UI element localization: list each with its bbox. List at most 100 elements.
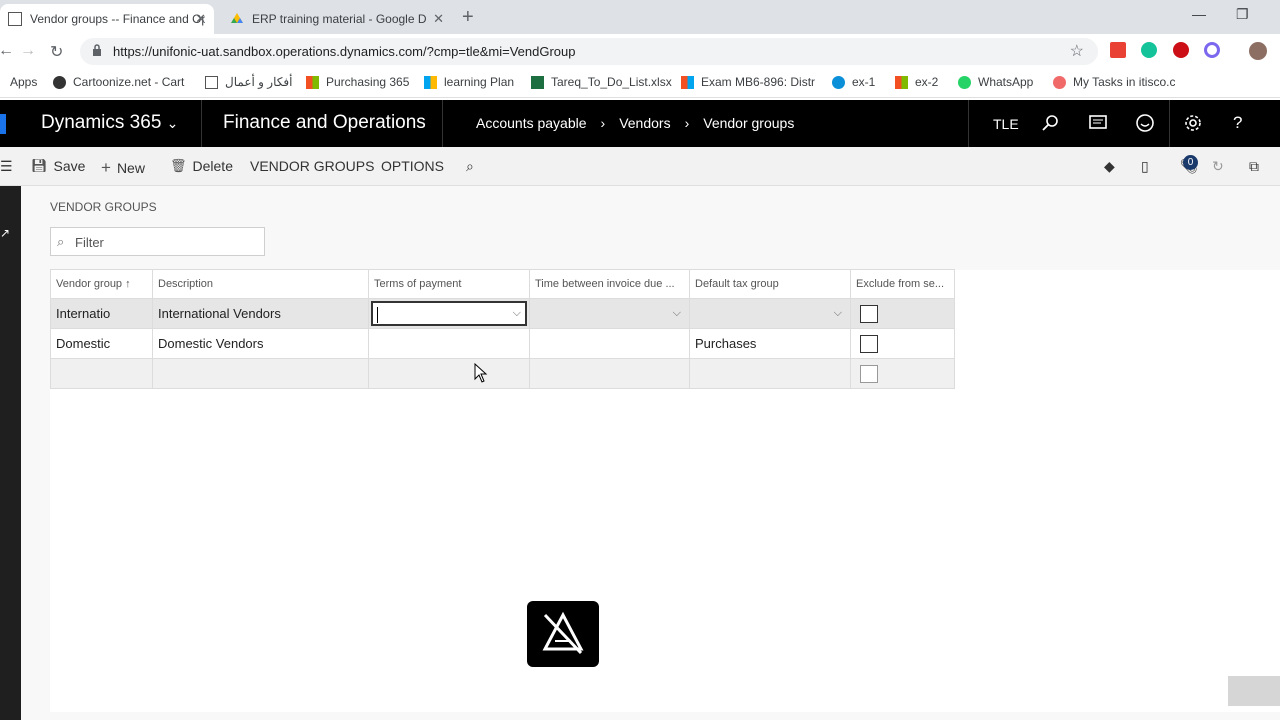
chevron-down-icon[interactable]: ⌵ xyxy=(673,307,681,320)
vendor-group-cell[interactable]: Internatio xyxy=(50,299,153,329)
search-icon[interactable] xyxy=(1041,113,1061,133)
column-header-description[interactable]: Description xyxy=(153,269,369,299)
bookmark-ex1[interactable]: ex-1 xyxy=(832,75,875,89)
bookmark-ex2[interactable]: ex-2 xyxy=(895,75,938,89)
messages-icon[interactable] xyxy=(1088,113,1108,133)
default-tax-group-cell[interactable] xyxy=(690,359,851,389)
extension-circle-icon[interactable] xyxy=(1204,42,1220,58)
delete-button[interactable]: 🗑︎ Delete xyxy=(170,158,233,174)
url-bar[interactable]: https://unifonic-uat.sandbox.operations.… xyxy=(80,38,1098,65)
options-tab[interactable]: OPTIONS xyxy=(381,158,444,174)
divider xyxy=(201,100,202,147)
settings-gear-icon[interactable] xyxy=(1183,113,1203,133)
column-header-default-tax-group[interactable]: Default tax group xyxy=(690,269,851,299)
breadcrumb-accounts-payable[interactable]: Accounts payable xyxy=(476,115,587,131)
tab-erp-training[interactable]: ERP training material - Google D ✕ xyxy=(222,4,452,34)
google-drive-icon xyxy=(230,12,244,26)
bookmark-whatsapp[interactable]: WhatsApp xyxy=(958,75,1033,89)
divider xyxy=(442,100,443,147)
breadcrumb-vendor-groups[interactable]: Vendor groups xyxy=(703,115,794,131)
filter-box[interactable]: ⌕ xyxy=(50,227,265,256)
bookmark-my-tasks[interactable]: My Tasks in itisco.c xyxy=(1053,75,1175,89)
bookmark-apps[interactable]: Apps xyxy=(10,75,37,89)
forward-icon[interactable]: → xyxy=(20,42,36,60)
save-button[interactable]: 💾︎ Save xyxy=(31,158,85,174)
feedback-smiley-icon[interactable] xyxy=(1135,113,1155,133)
column-header-time-between-invoice-due[interactable]: Time between invoice due ... xyxy=(530,269,690,299)
bookmark-arabic[interactable]: أفكار و أعمال xyxy=(205,75,292,89)
excel-icon xyxy=(531,75,544,89)
exclude-checkbox[interactable] xyxy=(860,364,878,383)
d365-favicon-icon xyxy=(8,12,22,26)
help-icon[interactable]: ? xyxy=(1233,113,1253,133)
office-icon[interactable]: ▯ xyxy=(1141,158,1149,175)
tab-vendor-groups[interactable]: Vendor groups -- Finance and Op ✕ xyxy=(0,4,214,34)
time-between-invoice-cell[interactable] xyxy=(530,359,690,389)
bookmark-learning-plan[interactable]: learning Plan xyxy=(424,75,514,89)
pin-icon[interactable]: ↗ xyxy=(0,226,10,240)
left-nav-rail: ↗ xyxy=(0,186,21,720)
restore-icon[interactable]: ❐ xyxy=(1236,6,1249,23)
description-cell[interactable] xyxy=(153,359,369,389)
action-search-icon[interactable]: ⌕ xyxy=(466,158,474,175)
vendor-group-cell[interactable]: Domestic xyxy=(50,329,153,359)
vendor-groups-tab[interactable]: VENDOR GROUPS xyxy=(250,158,374,174)
hamburger-icon[interactable]: ☰ xyxy=(0,158,13,175)
back-icon[interactable]: ← xyxy=(0,42,14,60)
column-header-exclude[interactable]: Exclude from se... xyxy=(851,269,955,299)
table-row[interactable]: Domestic Domestic Vendors Purchases xyxy=(50,329,955,359)
new-button[interactable]: + New xyxy=(101,158,145,178)
table-row[interactable] xyxy=(50,359,955,389)
minimize-icon[interactable]: — xyxy=(1192,6,1206,22)
chevron-right-icon: › xyxy=(600,115,606,131)
p-circle-icon xyxy=(832,75,845,89)
reload-icon[interactable]: ↻ xyxy=(50,42,63,62)
table-row[interactable]: Internatio International Vendors ⌵ ⌵ ⌵ xyxy=(50,299,955,329)
bookmark-purchasing[interactable]: Purchasing 365 xyxy=(306,75,409,89)
refresh-icon[interactable]: ↻ xyxy=(1212,158,1224,175)
open-new-window-icon[interactable]: ⧉ xyxy=(1249,158,1259,175)
terms-of-payment-combobox[interactable] xyxy=(371,301,527,326)
terms-of-payment-cell[interactable] xyxy=(369,329,530,359)
new-tab-icon[interactable]: + xyxy=(462,6,474,29)
column-header-vendor-group[interactable]: Vendor group ↑ xyxy=(50,269,153,299)
bookmark-cartoonize[interactable]: Cartoonize.net - Cart xyxy=(53,75,184,89)
app-name: Finance and Operations xyxy=(223,112,426,133)
terms-of-payment-cell[interactable]: ⌵ xyxy=(369,299,530,329)
chevron-down-icon[interactable]: ⌵ xyxy=(834,307,842,320)
terms-of-payment-cell[interactable] xyxy=(369,359,530,389)
chevron-down-icon[interactable]: ⌵ xyxy=(513,307,521,320)
time-between-invoice-cell[interactable]: ⌵ xyxy=(530,299,690,329)
browser-tab-bar: Vendor groups -- Finance and Op ✕ ERP tr… xyxy=(0,0,1280,34)
default-tax-group-cell[interactable]: Purchases xyxy=(690,329,851,359)
bookmark-exam[interactable]: Exam MB6-896: Distr xyxy=(681,75,815,89)
chevron-right-icon: › xyxy=(684,115,690,131)
video-pause-overlay-icon[interactable] xyxy=(1228,676,1280,706)
cartoonize-icon xyxy=(53,75,66,89)
opera-icon[interactable] xyxy=(1173,42,1189,58)
exclude-checkbox[interactable] xyxy=(860,334,878,353)
filter-input[interactable] xyxy=(75,232,255,252)
extension-icon[interactable] xyxy=(1110,42,1126,58)
description-cell[interactable]: Domestic Vendors xyxy=(153,329,369,359)
powerapps-icon[interactable]: ◆ xyxy=(1104,158,1115,175)
column-header-terms-of-payment[interactable]: Terms of payment xyxy=(369,269,530,299)
close-tab-icon[interactable]: ✕ xyxy=(433,11,444,27)
lock-icon xyxy=(93,44,101,56)
time-between-invoice-cell[interactable] xyxy=(530,329,690,359)
app-launcher-icon[interactable] xyxy=(0,114,6,134)
bookmark-tareq[interactable]: Tareq_To_Do_List.xlsx xyxy=(531,75,672,89)
default-tax-group-cell[interactable]: ⌵ xyxy=(690,299,851,329)
description-cell[interactable]: International Vendors xyxy=(153,299,369,329)
brand-menu[interactable]: Dynamics 365 ⌄ xyxy=(41,112,178,134)
breadcrumb-vendors[interactable]: Vendors xyxy=(619,115,670,131)
profile-avatar[interactable] xyxy=(1249,42,1267,60)
bookmark-star-icon[interactable]: ☆ xyxy=(1070,41,1084,61)
whatsapp-icon xyxy=(958,75,971,89)
vendor-group-cell[interactable] xyxy=(50,359,153,389)
notification-badge: 0 xyxy=(1183,155,1198,170)
exclude-checkbox[interactable] xyxy=(860,304,878,323)
company-picker[interactable]: TLE xyxy=(993,116,1019,132)
grammarly-icon[interactable] xyxy=(1141,42,1157,58)
close-tab-icon[interactable]: ✕ xyxy=(195,11,206,27)
